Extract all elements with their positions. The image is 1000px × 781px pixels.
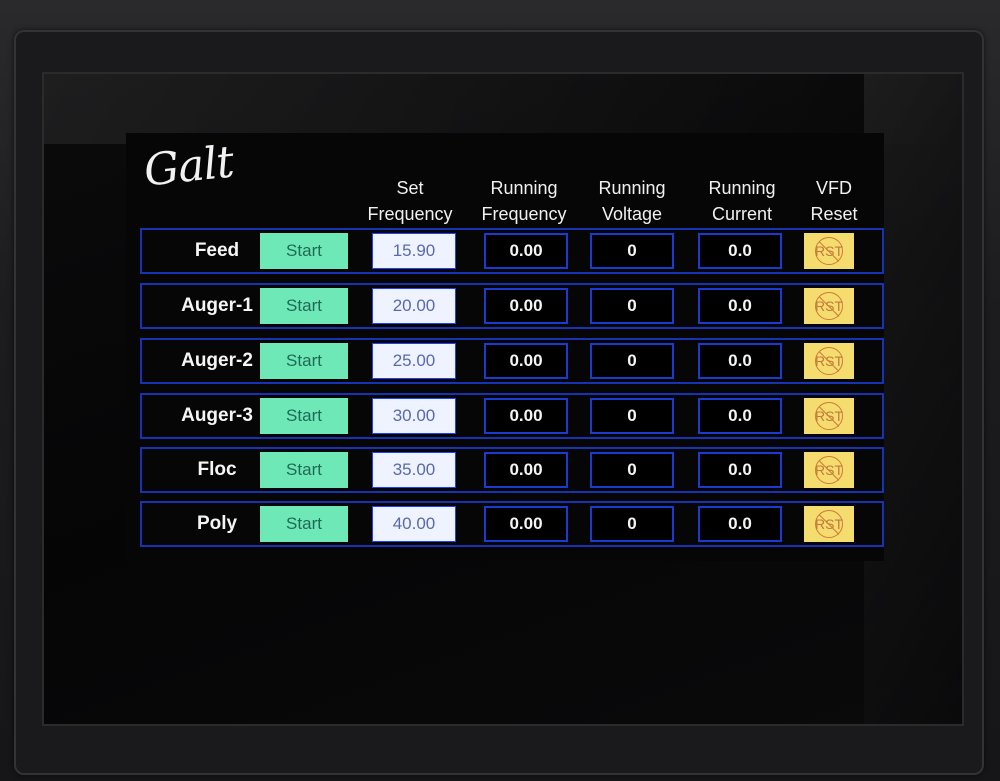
running-frequency-readout: 0.00 <box>484 288 568 324</box>
row-floc: Floc Start 35.00 0.00 0 0.0 RST <box>140 447 884 493</box>
running-frequency-readout: 0.00 <box>484 398 568 434</box>
hmi-screen: Galt Set Frequency Running Frequency Run… <box>126 133 884 561</box>
running-current-readout: 0.0 <box>698 288 782 324</box>
running-voltage-readout: 0 <box>590 398 674 434</box>
header-running-voltage: Running Voltage <box>582 175 682 227</box>
running-voltage-readout: 0 <box>590 288 674 324</box>
reset-icon: RST <box>815 456 843 484</box>
running-voltage-readout: 0 <box>590 506 674 542</box>
reset-icon: RST <box>815 292 843 320</box>
vfd-reset-button[interactable]: RST <box>804 233 854 269</box>
row-label: Floc <box>197 459 237 480</box>
set-frequency-input[interactable]: 35.00 <box>372 452 456 488</box>
header-line: Voltage <box>601 204 663 224</box>
galt-logo: Galt <box>141 136 236 197</box>
header-line: Running <box>490 178 558 198</box>
reset-icon: RST <box>815 347 843 375</box>
set-frequency-input[interactable]: 25.00 <box>372 343 456 379</box>
vfd-reset-button[interactable]: RST <box>804 343 854 379</box>
header-line: Frequency <box>367 204 453 224</box>
running-current-readout: 0.0 <box>698 343 782 379</box>
row-auger-1: Auger-1 Start 20.00 0.00 0 0.0 RST <box>140 283 884 329</box>
running-current-readout: 0.0 <box>698 506 782 542</box>
set-frequency-input[interactable]: 20.00 <box>372 288 456 324</box>
vfd-reset-button[interactable]: RST <box>804 288 854 324</box>
row-label: Auger-3 <box>181 405 253 426</box>
vfd-reset-button[interactable]: RST <box>804 398 854 434</box>
running-frequency-readout: 0.00 <box>484 452 568 488</box>
set-frequency-input[interactable]: 30.00 <box>372 398 456 434</box>
header-running-current: Running Current <box>692 175 792 227</box>
header-line: Reset <box>810 204 858 224</box>
header-line: Frequency <box>481 204 567 224</box>
running-frequency-readout: 0.00 <box>484 233 568 269</box>
start-button[interactable]: Start <box>260 288 348 324</box>
reset-icon: RST <box>815 237 843 265</box>
header-line: VFD <box>816 178 852 198</box>
running-frequency-readout: 0.00 <box>484 343 568 379</box>
row-auger-2: Auger-2 Start 25.00 0.00 0 0.0 RST <box>140 338 884 384</box>
running-current-readout: 0.0 <box>698 398 782 434</box>
running-voltage-readout: 0 <box>590 343 674 379</box>
row-poly: Poly Start 40.00 0.00 0 0.0 RST <box>140 501 884 547</box>
start-button[interactable]: Start <box>260 506 348 542</box>
running-voltage-readout: 0 <box>590 452 674 488</box>
running-voltage-readout: 0 <box>590 233 674 269</box>
header-line: Current <box>711 204 773 224</box>
row-auger-3: Auger-3 Start 30.00 0.00 0 0.0 RST <box>140 393 884 439</box>
header-line: Running <box>598 178 666 198</box>
header-vfd-reset: VFD Reset <box>802 175 866 227</box>
running-current-readout: 0.0 <box>698 452 782 488</box>
vfd-reset-button[interactable]: RST <box>804 506 854 542</box>
row-feed: Feed Start 15.90 0.00 0 0.0 RST <box>140 228 884 274</box>
start-button[interactable]: Start <box>260 398 348 434</box>
header-set-frequency: Set Frequency <box>362 175 458 227</box>
header-running-frequency: Running Frequency <box>472 175 576 227</box>
header-line: Running <box>708 178 776 198</box>
running-frequency-readout: 0.00 <box>484 506 568 542</box>
reset-icon: RST <box>815 510 843 538</box>
row-label: Poly <box>196 513 238 534</box>
header-line: Set <box>396 178 424 198</box>
running-current-readout: 0.0 <box>698 233 782 269</box>
set-frequency-input[interactable]: 40.00 <box>372 506 456 542</box>
start-button[interactable]: Start <box>260 343 348 379</box>
vfd-reset-button[interactable]: RST <box>804 452 854 488</box>
row-label: Auger-1 <box>181 295 253 316</box>
start-button[interactable]: Start <box>260 233 348 269</box>
set-frequency-input[interactable]: 15.90 <box>372 233 456 269</box>
start-button[interactable]: Start <box>260 452 348 488</box>
row-label: Feed <box>194 240 240 261</box>
row-label: Auger-2 <box>181 350 253 371</box>
reset-icon: RST <box>815 402 843 430</box>
